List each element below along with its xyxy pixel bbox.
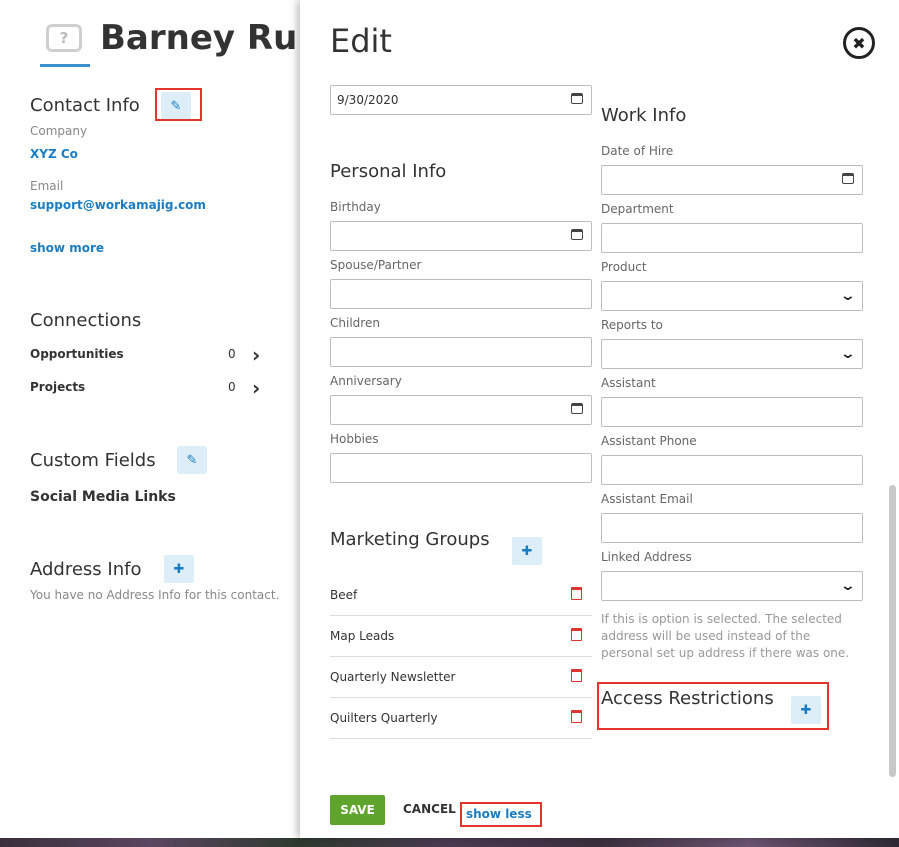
date-of-hire-field[interactable] [601, 165, 863, 195]
children-label: Children [330, 316, 380, 330]
linked-address-note: If this is option is selected. The selec… [601, 612, 850, 660]
marketing-group-name: Beef [330, 588, 358, 602]
marketing-group-row: Quilters Quarterly [330, 699, 592, 739]
chevron-right-icon[interactable]: › [252, 343, 260, 367]
calendar-icon[interactable] [842, 173, 854, 184]
edit-custom-fields-button[interactable]: ✎ [177, 446, 207, 474]
trash-icon[interactable] [571, 587, 582, 600]
reports-to-select[interactable]: ⌄ [601, 339, 863, 369]
scrollbar-thumb[interactable] [889, 485, 896, 777]
trash-icon[interactable] [571, 710, 582, 723]
linked-address-select[interactable]: ⌄ [601, 571, 863, 601]
add-marketing-group-button[interactable]: ✚ [512, 537, 542, 565]
trash-icon[interactable] [571, 628, 582, 641]
panel-title: Edit [330, 22, 392, 60]
assistant-phone-label: Assistant Phone [601, 434, 697, 448]
calendar-icon[interactable] [571, 93, 583, 104]
connections-title: Connections [30, 310, 142, 331]
social-media-links-heading: Social Media Links [30, 489, 176, 505]
connection-label: Opportunities [30, 347, 124, 361]
date-field-top[interactable]: 9/30/2020 [330, 85, 592, 115]
pencil-icon: ✎ [186, 452, 198, 468]
marketing-group-row: Quarterly Newsletter [330, 658, 592, 698]
add-address-button[interactable]: ✚ [164, 555, 194, 583]
company-link[interactable]: XYZ Co [30, 147, 78, 161]
highlight-box-show-less [460, 802, 542, 827]
children-field[interactable] [330, 337, 592, 367]
linked-address-label: Linked Address [601, 550, 692, 564]
assistant-email-label: Assistant Email [601, 492, 693, 506]
company-label: Company [30, 124, 88, 138]
contact-avatar-icon: ? [46, 24, 82, 52]
department-field[interactable] [601, 223, 863, 253]
product-label: Product [601, 260, 647, 274]
address-empty-text: You have no Address Info for this contac… [30, 588, 280, 602]
spouse-partner-field[interactable] [330, 279, 592, 309]
hobbies-label: Hobbies [330, 432, 379, 446]
calendar-icon[interactable] [571, 229, 583, 240]
connection-row-opportunities[interactable]: Opportunities 0 › [30, 343, 270, 367]
hobbies-field[interactable] [330, 453, 592, 483]
connection-count: 0 [228, 380, 236, 394]
chevron-down-icon: ⌄ [839, 288, 857, 304]
cancel-button[interactable]: CANCEL [403, 802, 456, 816]
marketing-group-name: Quarterly Newsletter [330, 670, 456, 684]
department-label: Department [601, 202, 674, 216]
trash-icon[interactable] [571, 669, 582, 682]
personal-info-title: Personal Info [330, 161, 447, 182]
chevron-down-icon: ⌄ [839, 578, 857, 594]
edit-panel: Edit ✖ 9/30/2020 Personal Info Birthday … [300, 0, 899, 838]
product-select[interactable]: ⌄ [601, 281, 863, 311]
chevron-right-icon[interactable]: › [252, 376, 260, 400]
connection-row-projects[interactable]: Projects 0 › [30, 376, 270, 400]
marketing-group-name: Map Leads [330, 629, 395, 643]
highlight-box-contact-edit [155, 88, 202, 121]
connection-label: Projects [30, 380, 86, 394]
contact-detail-page: ? Barney Rubb Contact Info ✎ Company XYZ… [0, 0, 346, 838]
assistant-email-field[interactable] [601, 513, 863, 543]
plus-icon: ✚ [173, 561, 185, 577]
connection-count: 0 [228, 347, 236, 361]
anniversary-field[interactable] [330, 395, 592, 425]
calendar-icon[interactable] [571, 403, 583, 414]
reports-to-label: Reports to [601, 318, 663, 332]
contact-info-title: Contact Info [30, 95, 140, 116]
close-button[interactable]: ✖ [843, 27, 875, 59]
spouse-partner-label: Spouse/Partner [330, 258, 422, 272]
assistant-phone-field[interactable] [601, 455, 863, 485]
custom-fields-title: Custom Fields [30, 450, 156, 471]
marketing-group-row: Beef [330, 576, 592, 616]
close-icon: ✖ [852, 33, 866, 53]
assistant-label: Assistant [601, 376, 656, 390]
birthday-label: Birthday [330, 200, 381, 214]
marketing-group-name: Quilters Quarterly [330, 711, 438, 725]
date-value: 9/30/2020 [337, 93, 399, 107]
active-tab-underline [40, 64, 90, 67]
chevron-down-icon: ⌄ [839, 346, 857, 362]
marketing-groups-title: Marketing Groups [330, 529, 490, 550]
plus-icon: ✚ [521, 543, 533, 559]
background-photo-strip [0, 838, 899, 847]
birthday-field[interactable] [330, 221, 592, 251]
assistant-field[interactable] [601, 397, 863, 427]
show-more-link[interactable]: show more [30, 241, 104, 255]
email-link[interactable]: support@workamajig.com [30, 198, 206, 212]
save-button[interactable]: SAVE [330, 795, 385, 825]
marketing-group-row: Map Leads [330, 617, 592, 657]
date-of-hire-label: Date of Hire [601, 144, 674, 158]
email-label: Email [30, 179, 64, 193]
work-info-title: Work Info [601, 105, 687, 126]
anniversary-label: Anniversary [330, 374, 402, 388]
address-info-title: Address Info [30, 559, 142, 580]
highlight-box-access-restrictions [597, 682, 829, 730]
